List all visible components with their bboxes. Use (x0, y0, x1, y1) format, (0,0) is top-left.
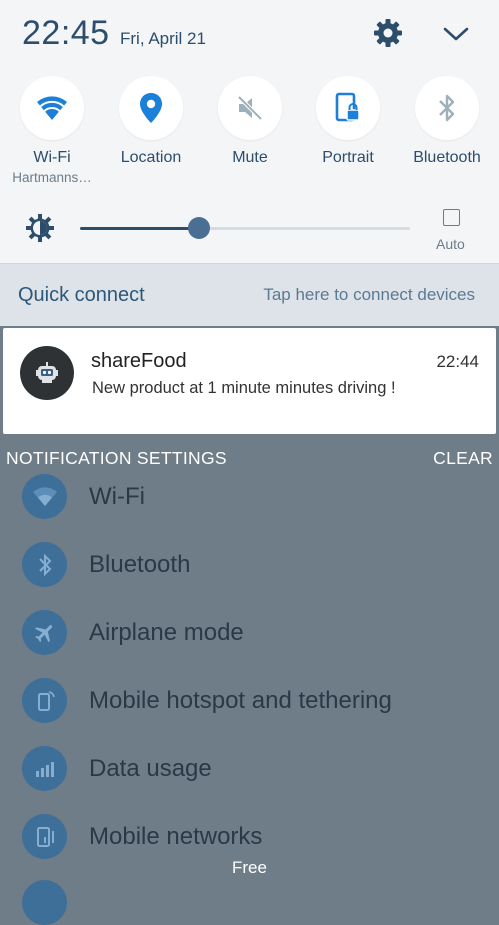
setting-label: Mobile networks (89, 823, 263, 850)
quick-connect-bar[interactable]: Quick connect Tap here to connect device… (0, 263, 499, 326)
mute-icon[interactable] (218, 76, 282, 140)
toggle-wifi[interactable]: Wi-Fi Hartmanns… (2, 76, 102, 185)
toggle-portrait[interactable]: Portrait (298, 76, 398, 167)
toggle-label: Location (120, 149, 182, 166)
brightness-slider[interactable] (80, 217, 410, 239)
free-text: Free (232, 858, 267, 877)
toggle-location[interactable]: Location (101, 76, 201, 167)
setting-icon-partial (22, 880, 67, 925)
app-robot-icon (20, 346, 74, 400)
setting-label: Mobile hotspot and tethering (89, 687, 392, 714)
portrait-lock-icon[interactable] (316, 76, 380, 140)
setting-row-wifi: Wi-Fi (0, 474, 499, 542)
auto-brightness-label: Auto (436, 236, 465, 252)
chevron-down-icon[interactable] (441, 21, 471, 47)
brightness-icon (24, 212, 56, 244)
setting-row-bluetooth: Bluetooth (0, 542, 499, 610)
toggle-sublabel: Hartmanns… (12, 170, 92, 185)
setting-label: Bluetooth (89, 551, 191, 578)
gear-icon[interactable] (373, 18, 403, 48)
notification-time: 22:44 (436, 352, 479, 371)
wifi-icon[interactable] (20, 76, 84, 140)
toggle-bluetooth[interactable]: Bluetooth (397, 76, 497, 167)
setting-row-airplane: Airplane mode (0, 610, 499, 678)
quick-toggles: Wi-Fi Hartmanns… Location Mute Portrait … (0, 76, 499, 196)
quick-connect-title: Quick connect (18, 284, 145, 306)
setting-label: Airplane mode (89, 619, 244, 646)
toggle-label: Portrait (322, 149, 374, 166)
airplane-icon (22, 610, 67, 655)
notification-message: New product at 1 minute minutes driving … (92, 379, 396, 397)
brightness-slider-thumb[interactable] (187, 217, 210, 239)
notification-card[interactable]: shareFood 22:44 New product at 1 minute … (3, 328, 496, 434)
toggle-label: Bluetooth (413, 149, 481, 166)
setting-row-data-usage: Data usage (0, 746, 499, 814)
brightness-slider-fill (80, 227, 199, 230)
date: Fri, April 21 (120, 29, 206, 48)
auto-brightness-checkbox[interactable] (443, 209, 460, 226)
location-pin-icon[interactable] (119, 76, 183, 140)
quick-settings-panel: 22:45 Fri, April 21 Wi-Fi Hartmanns… Loc… (0, 0, 499, 263)
setting-label: Wi-Fi (89, 483, 145, 510)
hotspot-icon (22, 678, 67, 723)
setting-label: Data usage (89, 755, 212, 782)
bluetooth-icon (22, 542, 67, 587)
toggle-label: Mute (232, 149, 268, 166)
notification-app-name: shareFood (91, 350, 187, 372)
brightness-row: Auto (0, 200, 499, 256)
quick-connect-hint: Tap here to connect devices (263, 285, 475, 304)
data-usage-icon (22, 746, 67, 791)
toggle-label: Wi-Fi (33, 149, 71, 166)
setting-row-hotspot: Mobile hotspot and tethering (0, 678, 499, 746)
bluetooth-icon[interactable] (415, 76, 479, 140)
toggle-mute[interactable]: Mute (200, 76, 300, 167)
mobile-networks-icon (22, 814, 67, 859)
notification-settings-button[interactable]: NOTIFICATION SETTINGS (6, 448, 227, 469)
wifi-icon (22, 474, 67, 519)
clock: 22:45 (22, 14, 110, 52)
status-row: 22:45 Fri, April 21 (0, 0, 499, 66)
clear-button[interactable]: CLEAR (433, 448, 493, 469)
